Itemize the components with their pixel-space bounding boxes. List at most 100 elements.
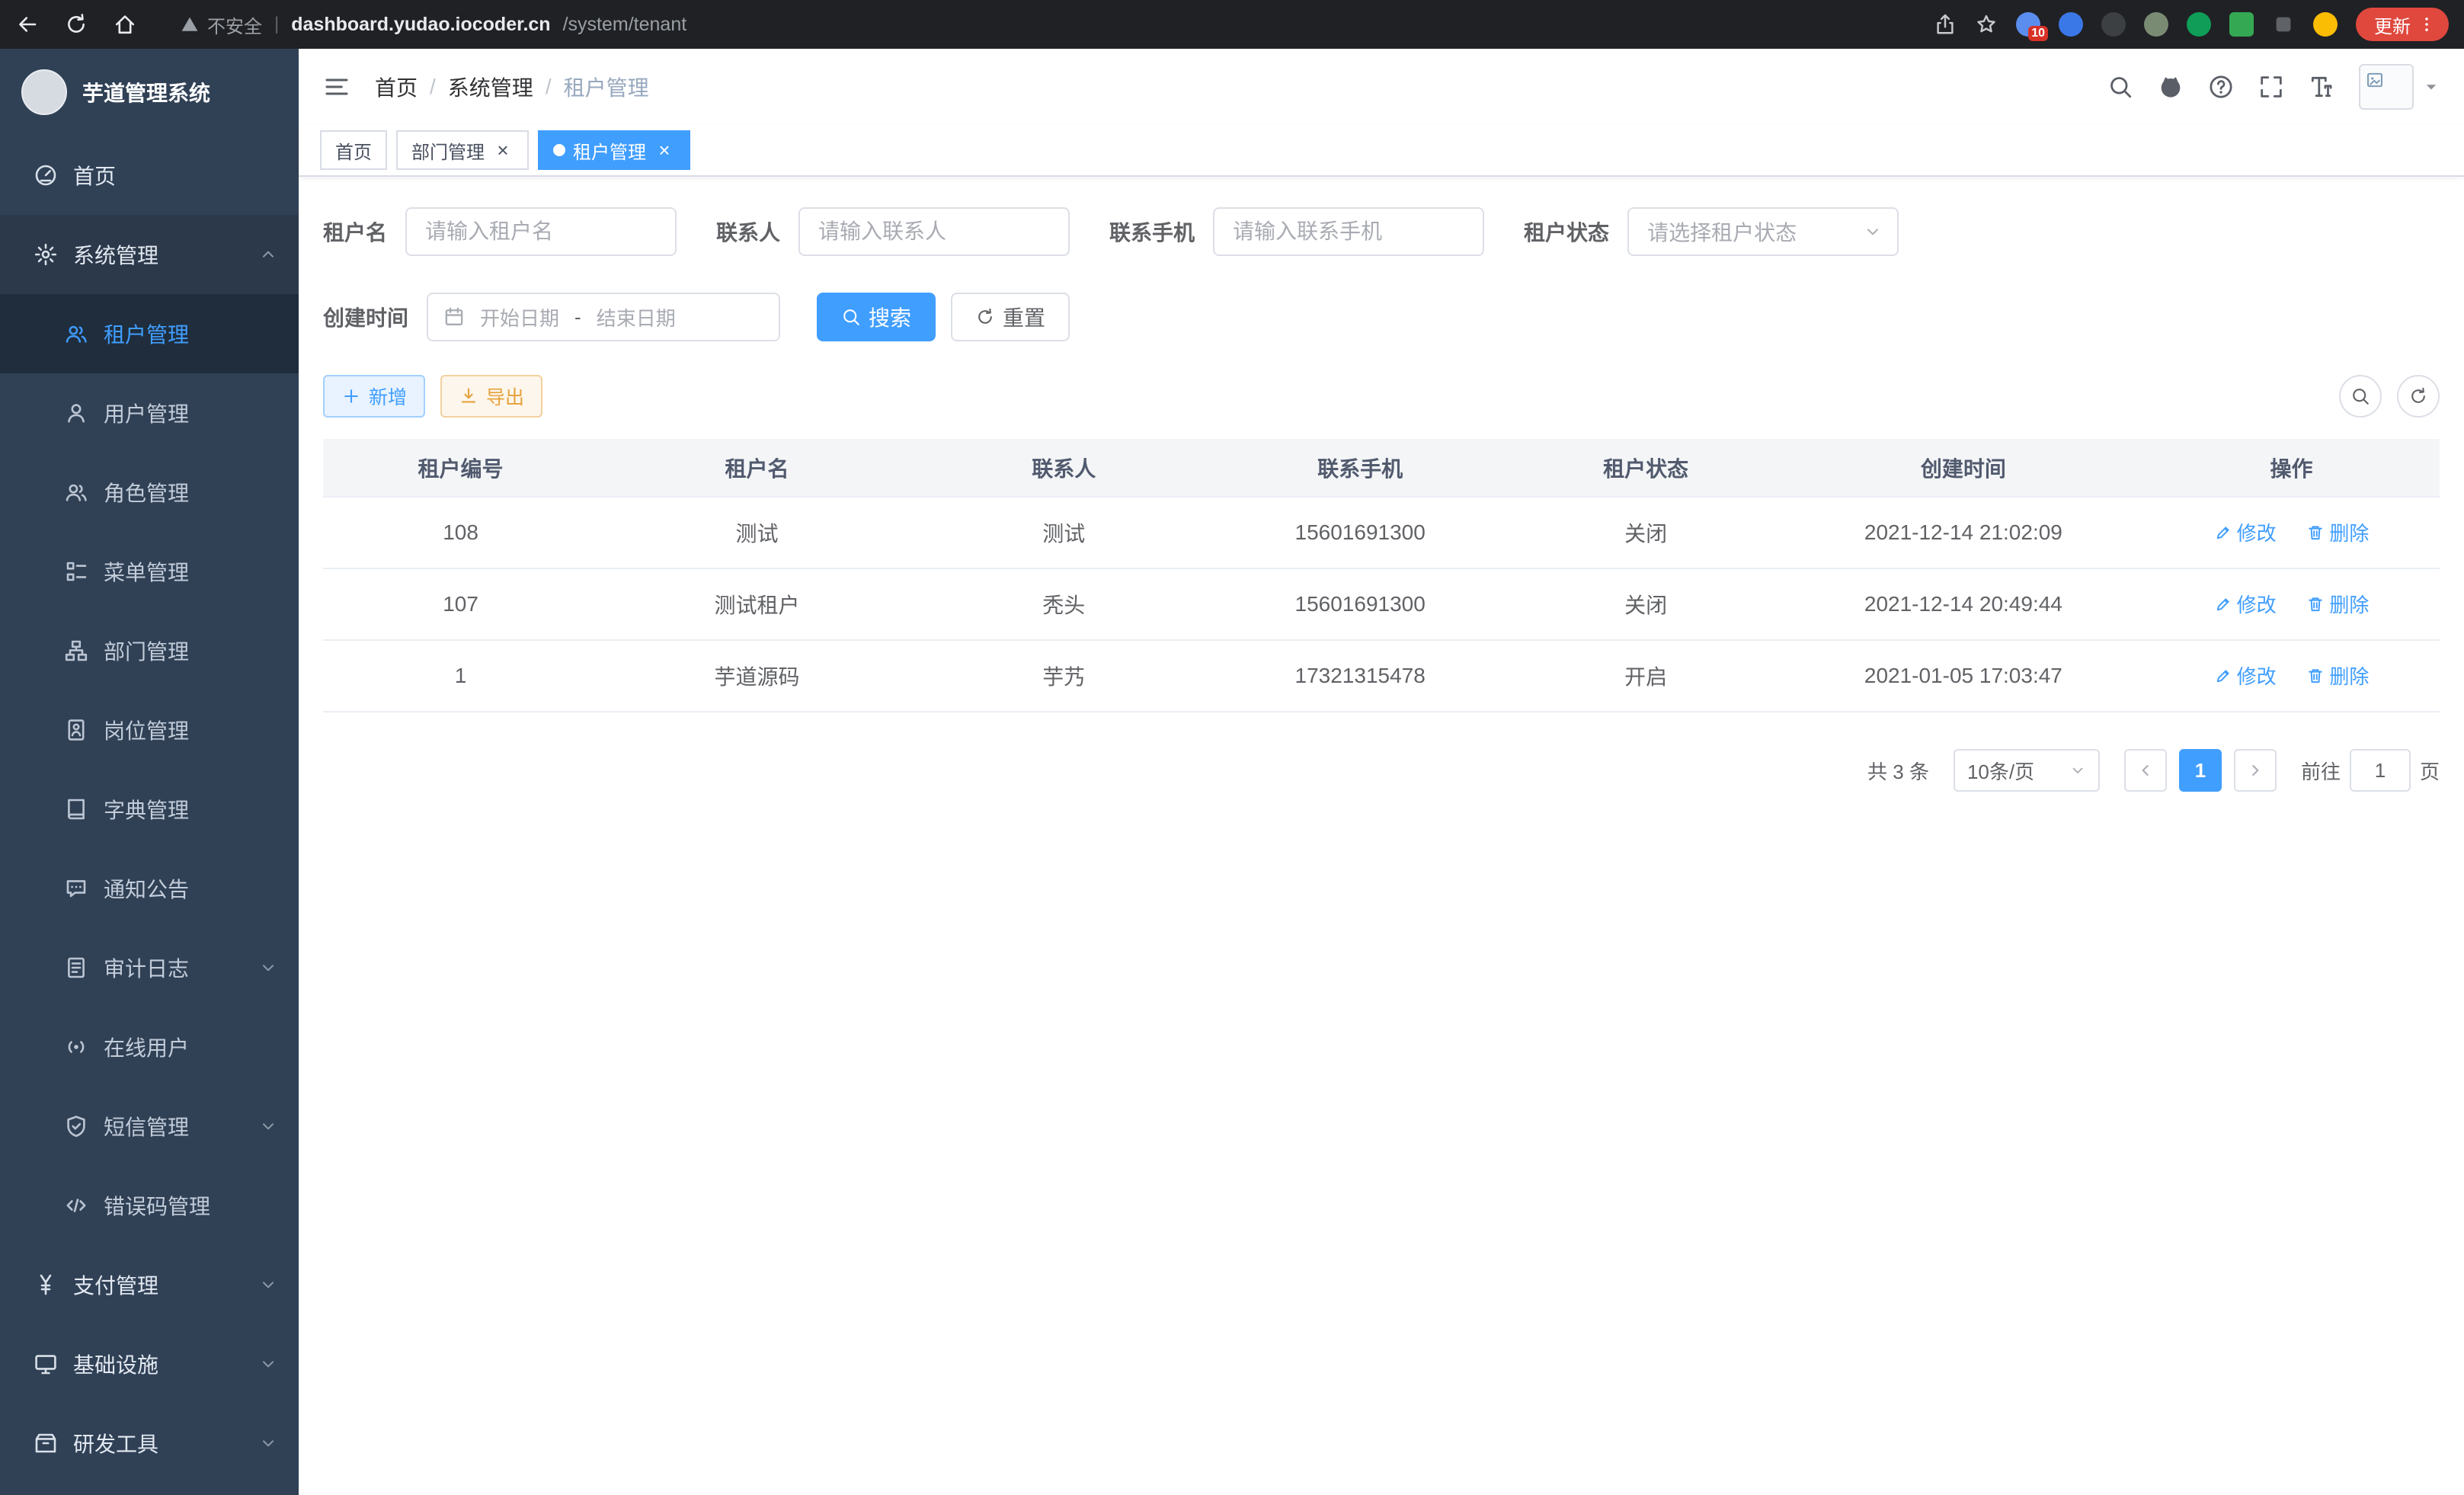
edit-tenant-link[interactable]: 修改 (2214, 661, 2277, 690)
message-icon (64, 876, 88, 901)
next-page-button[interactable] (2234, 749, 2277, 792)
phone-input[interactable] (1213, 207, 1484, 256)
refresh-icon[interactable] (64, 12, 88, 37)
edit-tenant-link[interactable]: 修改 (2214, 590, 2277, 618)
breadcrumb-separator: / (430, 75, 436, 99)
tab-home[interactable]: 首页 (320, 130, 387, 170)
edit-icon (2214, 595, 2232, 613)
date-end-placeholder: 结束日期 (597, 303, 676, 331)
close-icon[interactable] (654, 139, 675, 161)
home-icon[interactable] (113, 12, 137, 37)
tenant-name-input[interactable] (405, 207, 677, 256)
extension-icon-6[interactable] (2229, 12, 2254, 37)
download-icon (459, 386, 478, 406)
sidebar-item-posts[interactable]: 岗位管理 (0, 690, 299, 770)
filter-row-2: 创建时间 开始日期 - 结束日期 搜索 重置 (323, 293, 2440, 341)
github-icon[interactable] (2158, 74, 2184, 100)
collapse-sidebar-icon[interactable] (323, 73, 350, 101)
status-text: 关闭 (1509, 497, 1784, 568)
screen: 不安全 | dashboard.yudao.iocoder.cn/system/… (0, 0, 2464, 1495)
tab-tenant[interactable]: 租户管理 (538, 130, 690, 170)
bookmark-star-icon[interactable] (1975, 13, 1998, 36)
status-select[interactable]: 请选择租户状态 (1627, 207, 1899, 256)
delete-tenant-link[interactable]: 删除 (2306, 661, 2369, 690)
close-icon[interactable] (492, 139, 514, 161)
prev-page-button[interactable] (2124, 749, 2167, 792)
extension-icon-1[interactable]: 10 (2016, 12, 2040, 37)
breadcrumb-separator: / (546, 75, 552, 99)
extension-icon-4[interactable] (2144, 12, 2168, 37)
contact-input[interactable] (798, 207, 1070, 256)
browser-update-button[interactable]: 更新 (2356, 8, 2449, 41)
breadcrumb-system[interactable]: 系统管理 (448, 72, 533, 102)
sidebar-item-dev-tools[interactable]: 研发工具 (0, 1404, 299, 1483)
sidebar-item-online-users[interactable]: 在线用户 (0, 1007, 299, 1087)
refresh-icon (975, 307, 995, 327)
sidebar-item-home[interactable]: 首页 (0, 136, 299, 215)
refresh-table-button[interactable] (2397, 375, 2440, 418)
fullscreen-icon[interactable] (2258, 74, 2284, 100)
edit-tenant-link[interactable]: 修改 (2214, 518, 2277, 546)
share-icon[interactable] (1934, 13, 1957, 36)
url-host: dashboard.yudao.iocoder.cn (291, 14, 550, 36)
extension-icon-7[interactable] (2313, 12, 2338, 37)
extension-icon-5[interactable] (2187, 12, 2211, 37)
sidebar-item-roles[interactable]: 角色管理 (0, 453, 299, 532)
tab-department[interactable]: 部门管理 (396, 130, 529, 170)
sidebar-item-users[interactable]: 用户管理 (0, 373, 299, 453)
date-range-picker[interactable]: 开始日期 - 结束日期 (427, 293, 780, 341)
extensions-puzzle-icon[interactable] (2272, 13, 2295, 36)
plus-icon (341, 386, 361, 406)
book-icon (64, 797, 88, 821)
font-size-icon[interactable] (2309, 74, 2334, 100)
goto-page-input[interactable] (2350, 749, 2411, 792)
chevron-down-icon (259, 959, 277, 977)
sidebar-item-tenant[interactable]: 租户管理 (0, 294, 299, 373)
shield-icon (64, 1114, 88, 1138)
back-icon[interactable] (15, 12, 40, 37)
code-icon (64, 1193, 88, 1218)
column-header-status: 租户状态 (1509, 439, 1784, 497)
search-button[interactable]: 搜索 (817, 293, 936, 341)
toolbox-icon (34, 1431, 58, 1455)
date-start-placeholder: 开始日期 (480, 303, 559, 331)
security-warning[interactable]: 不安全 (180, 11, 262, 38)
column-header-created: 创建时间 (1784, 439, 2143, 497)
browser-menu-dots-icon (2417, 14, 2437, 34)
sidebar-item-system[interactable]: 系统管理 (0, 215, 299, 294)
user-avatar-menu[interactable] (2359, 64, 2440, 110)
extension-icon-2[interactable] (2059, 12, 2083, 37)
sidebar-item-audit-log[interactable]: 审计日志 (0, 928, 299, 1007)
sidebar-item-sms[interactable]: 短信管理 (0, 1087, 299, 1166)
sidebar-item-dictionary[interactable]: 字典管理 (0, 770, 299, 849)
roles-icon (64, 480, 88, 504)
export-button[interactable]: 导出 (440, 375, 542, 418)
help-icon[interactable] (2208, 74, 2234, 100)
avatar (2359, 64, 2414, 110)
table-header-row: 租户编号 租户名 联系人 联系手机 租户状态 创建时间 操作 (323, 439, 2440, 497)
address-bar[interactable]: 不安全 | dashboard.yudao.iocoder.cn/system/… (165, 5, 1912, 44)
add-button[interactable]: 新增 (323, 375, 425, 418)
search-icon[interactable] (2107, 74, 2133, 100)
reset-button[interactable]: 重置 (951, 293, 1070, 341)
current-page-button[interactable]: 1 (2179, 749, 2222, 792)
sidebar-menu: 首页 系统管理 租户管理 用户管理 角色管理 (0, 136, 299, 1483)
breadcrumb-home[interactable]: 首页 (375, 72, 418, 102)
security-warning-label: 不安全 (207, 11, 262, 38)
search-icon (841, 307, 861, 327)
sidebar-item-menus[interactable]: 菜单管理 (0, 532, 299, 611)
sidebar-item-notices[interactable]: 通知公告 (0, 849, 299, 928)
sidebar-item-payment[interactable]: 支付管理 (0, 1245, 299, 1324)
delete-tenant-link[interactable]: 删除 (2306, 590, 2369, 618)
column-header-id: 租户编号 (323, 439, 598, 497)
table-row: 108 测试 测试 15601691300 关闭 2021-12-14 21:0… (323, 497, 2440, 568)
page-size-select[interactable]: 10条/页 (1954, 749, 2100, 792)
sidebar-item-infrastructure[interactable]: 基础设施 (0, 1324, 299, 1404)
sidebar-item-error-codes[interactable]: 错误码管理 (0, 1166, 299, 1245)
breadcrumb-current: 租户管理 (564, 72, 649, 102)
toggle-search-button[interactable] (2339, 375, 2382, 418)
delete-tenant-link[interactable]: 删除 (2306, 518, 2369, 546)
sidebar-item-departments[interactable]: 部门管理 (0, 611, 299, 690)
app-logo-row: 芋道管理系统 (0, 49, 299, 136)
extension-icon-3[interactable] (2101, 12, 2126, 37)
